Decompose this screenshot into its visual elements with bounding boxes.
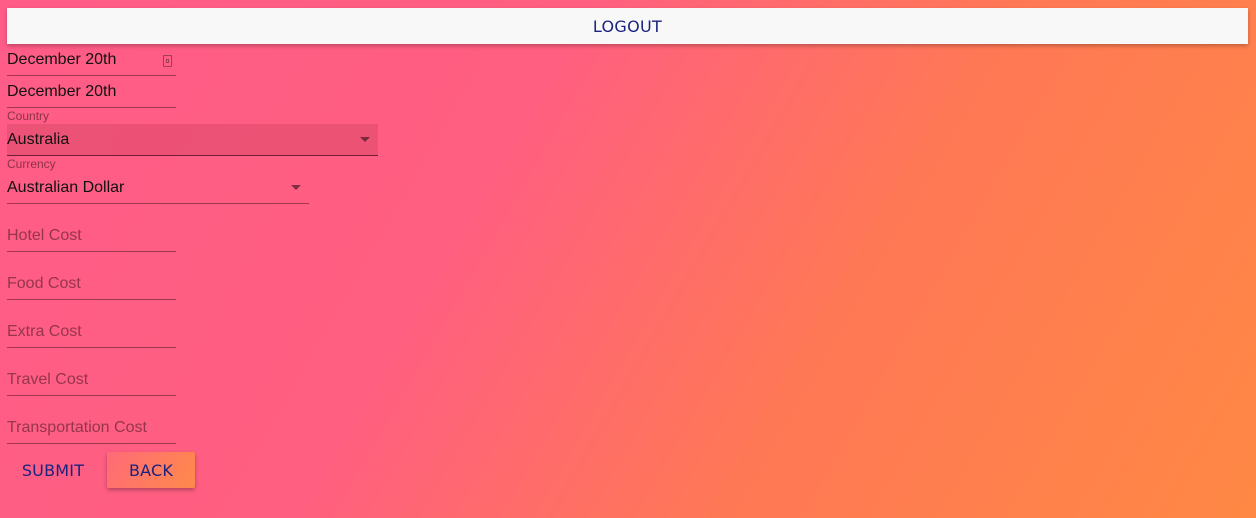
food-cost-placeholder: Food Cost bbox=[7, 275, 81, 292]
country-select[interactable]: Australia bbox=[7, 124, 378, 156]
currency-label: Currency bbox=[7, 157, 56, 171]
country-label: Country bbox=[7, 109, 50, 123]
page-background bbox=[0, 0, 1256, 518]
travel-cost-input[interactable]: Travel Cost bbox=[7, 364, 176, 396]
back-button[interactable]: BACK bbox=[107, 452, 195, 488]
country-value: Australia bbox=[7, 131, 70, 148]
calendar-icon[interactable] bbox=[163, 55, 172, 67]
currency-select[interactable]: Australian Dollar bbox=[7, 172, 309, 204]
back-label: BACK bbox=[128, 460, 174, 480]
start-date-value: December 20th bbox=[7, 51, 117, 68]
extra-cost-placeholder: Extra Cost bbox=[7, 323, 82, 340]
chevron-down-icon bbox=[360, 137, 370, 142]
travel-cost-placeholder: Travel Cost bbox=[7, 371, 89, 388]
submit-label: SUBMIT bbox=[21, 460, 85, 480]
transportation-cost-input[interactable]: Transportation Cost bbox=[7, 412, 176, 444]
extra-cost-input[interactable]: Extra Cost bbox=[7, 316, 176, 348]
food-cost-input[interactable]: Food Cost bbox=[7, 268, 176, 300]
currency-value: Australian Dollar bbox=[7, 179, 125, 196]
end-date-value: December 20th bbox=[7, 83, 117, 100]
hotel-cost-input[interactable]: Hotel Cost bbox=[7, 220, 176, 252]
chevron-down-icon bbox=[291, 185, 301, 190]
logout-label: LOGOUT bbox=[592, 16, 663, 36]
hotel-cost-placeholder: Hotel Cost bbox=[7, 227, 82, 244]
start-date-field[interactable]: December 20th bbox=[7, 46, 176, 76]
end-date-field[interactable]: December 20th bbox=[7, 78, 176, 108]
submit-button[interactable]: SUBMIT bbox=[7, 452, 99, 488]
logout-button[interactable]: LOGOUT bbox=[7, 8, 1248, 44]
transportation-cost-placeholder: Transportation Cost bbox=[7, 419, 147, 436]
